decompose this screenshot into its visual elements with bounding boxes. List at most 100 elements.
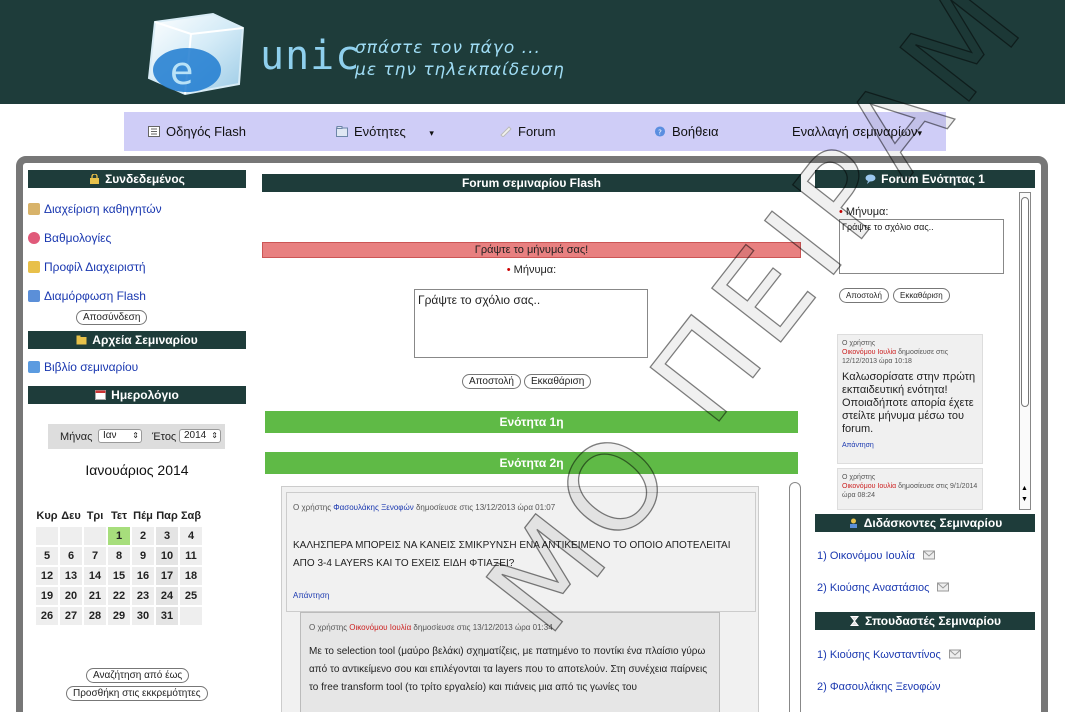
help-icon: ?: [654, 126, 666, 137]
add-pending-button[interactable]: Προσθήκη στις εκκρεμότητες: [66, 686, 208, 701]
calendar-day[interactable]: 14: [84, 567, 106, 585]
calendar-day[interactable]: 22: [108, 587, 130, 605]
mail-icon[interactable]: [948, 649, 961, 659]
calendar-day[interactable]: 31: [156, 607, 178, 625]
calendar-day[interactable]: 10: [156, 547, 178, 565]
calendar-day[interactable]: 18: [180, 567, 202, 585]
calendar-day[interactable]: 21: [84, 587, 106, 605]
calendar-day[interactable]: 9: [132, 547, 154, 565]
teachers-icon: [28, 203, 40, 215]
sidebar-link-manage-teachers[interactable]: Διαχείριση καθηγητών: [28, 202, 162, 216]
calendar-day[interactable]: 24: [156, 587, 178, 605]
sidebar-link-seminar-book[interactable]: Βιβλίο σεμιναρίου: [28, 360, 138, 374]
search-range-button[interactable]: Αναζήτηση από έως: [86, 668, 190, 683]
book-icon: [28, 361, 40, 373]
nav-item-flash-guide[interactable]: Οδηγός Flash: [148, 124, 246, 139]
forum-post: Ο χρήστης Οικονόμου Ιουλία δημοσίευσε στ…: [837, 334, 983, 464]
calendar-day[interactable]: 3: [156, 527, 178, 545]
teacher-item[interactable]: 2) Κιούσης Αναστάσιος: [817, 582, 950, 594]
student-item[interactable]: 1) Κιούσης Κωνσταντίνος: [817, 649, 961, 661]
calendar-day[interactable]: 23: [132, 587, 154, 605]
mail-icon[interactable]: [922, 550, 935, 560]
send-button[interactable]: Αποστολή: [839, 288, 889, 303]
message-label: • Μήνυμα:: [506, 264, 557, 276]
calendar-week-row: 26 27 28 29 30 31: [36, 607, 202, 625]
scroll-up-icon[interactable]: ▲: [1021, 485, 1028, 492]
post-author-link[interactable]: Οικονόμου Ιουλία: [842, 483, 896, 490]
forum-title: Forum σεμιναρίου Flash: [262, 174, 801, 192]
send-button[interactable]: Αποστολή: [462, 374, 521, 389]
year-select[interactable]: 2014 ⇕: [179, 429, 221, 443]
month-select[interactable]: Ιαν ⇕: [98, 429, 142, 443]
post-author-link[interactable]: Φασουλάκης Ξενοφών: [333, 503, 413, 512]
calendar-day[interactable]: 15: [108, 567, 130, 585]
sidebar-link-grades[interactable]: Βαθμολογίες: [28, 231, 111, 245]
right-scrollbar[interactable]: ▲ ▼: [1019, 192, 1031, 510]
post-meta: Ο χρήστης Οικονόμου Ιουλία δημοσίευσε στ…: [842, 340, 949, 365]
calendar-day[interactable]: 1: [108, 527, 130, 545]
select-arrows-icon: ⇕: [211, 431, 218, 440]
calendar-day[interactable]: 19: [36, 587, 58, 605]
message-textarea[interactable]: Γράψτε το σχόλιο σας..: [414, 289, 648, 358]
scroll-down-icon[interactable]: ▼: [1021, 496, 1028, 503]
calendar-days: 1 2 3 4 5 6 7 8 9 10 11 12 13 14 15 16 17 18 19 20 21 22 23 24 2…: [36, 527, 202, 625]
logo-word: unic: [260, 33, 361, 79]
calendar-day[interactable]: 4: [180, 527, 202, 545]
calendar-day[interactable]: 25: [180, 587, 202, 605]
calendar-day[interactable]: 13: [60, 567, 82, 585]
required-asterisk: •: [839, 206, 843, 218]
logout-button[interactable]: Αποσύνδεση: [76, 310, 148, 325]
calendar-day[interactable]: 28: [84, 607, 106, 625]
files-section-title: Αρχεία Σεμιναρίου: [28, 331, 246, 349]
calendar-day[interactable]: 27: [60, 607, 82, 625]
students-section-title: Σπουδαστές Σεμιναρίου: [815, 612, 1035, 630]
calendar-empty-cell: [60, 527, 82, 545]
message-textarea[interactable]: Γράψτε το σχόλιο σας..: [839, 219, 1004, 274]
sidebar-link-admin-profile[interactable]: Προφίλ Διαχειριστή: [28, 260, 146, 274]
thread-scrollbar[interactable]: [789, 482, 801, 712]
chevron-down-icon: ▾: [917, 128, 923, 138]
nav-item-sections[interactable]: Ενότητες ▾: [336, 124, 434, 139]
reply-link[interactable]: Απάντηση: [842, 442, 978, 449]
calendar-weekday: Πέμ: [133, 510, 153, 522]
clear-button[interactable]: Εκκαθάριση: [893, 288, 950, 303]
nav-item-switch-seminar[interactable]: Εναλλαγή σεμιναρίων▾: [792, 124, 922, 139]
calendar-day[interactable]: 26: [36, 607, 58, 625]
calendar-day[interactable]: 8: [108, 547, 130, 565]
clear-button[interactable]: Εκκαθάριση: [524, 374, 592, 389]
section-2-header[interactable]: Ενότητα 2η: [265, 452, 798, 474]
select-arrows-icon: ⇕: [132, 431, 139, 440]
calendar-day[interactable]: 16: [132, 567, 154, 585]
svg-text:?: ?: [658, 127, 662, 136]
teacher-item[interactable]: 1) Οικονόμου Ιουλία: [817, 550, 935, 562]
mail-icon[interactable]: [937, 582, 950, 592]
calendar-week-row: 5 6 7 8 9 10 11: [36, 547, 202, 565]
calendar-day[interactable]: 5: [36, 547, 58, 565]
calendar-day[interactable]: 17: [156, 567, 178, 585]
calendar-week-row: 12 13 14 15 16 17 18: [36, 567, 202, 585]
calendar-day[interactable]: 20: [60, 587, 82, 605]
calendar-day[interactable]: 11: [180, 547, 202, 565]
sidebar-link-flash-settings[interactable]: Διαμόρφωση Flash: [28, 289, 146, 303]
reply-link[interactable]: Απάντηση: [293, 591, 329, 600]
post-author-link[interactable]: Οικονόμου Ιουλία: [349, 623, 411, 632]
hourglass-icon: [849, 616, 859, 626]
nav-item-help[interactable]: ? Βοήθεια: [654, 124, 719, 139]
section-1-header[interactable]: Ενότητα 1η: [265, 411, 798, 433]
calendar-month-title: Ιανουάριος 2014: [85, 462, 189, 478]
nav-item-forum[interactable]: Forum: [500, 124, 556, 139]
student-item[interactable]: 2) Φασουλάκης Ξενοφών: [817, 681, 940, 693]
calendar-day[interactable]: 7: [84, 547, 106, 565]
calendar-day[interactable]: 30: [132, 607, 154, 625]
calendar-day[interactable]: 6: [60, 547, 82, 565]
section-forum-title: Forum Ενότητας 1: [815, 170, 1035, 188]
ice-cube-logo-icon: e: [147, 12, 245, 96]
calendar-day[interactable]: 29: [108, 607, 130, 625]
calendar-day[interactable]: 2: [132, 527, 154, 545]
calendar-weekday: Τετ: [110, 510, 128, 522]
scrollbar-thumb[interactable]: [1021, 197, 1029, 407]
calendar-day[interactable]: 12: [36, 567, 58, 585]
post-author-link[interactable]: Οικονόμου Ιουλία: [842, 349, 896, 356]
site-logo[interactable]: e unic σπάστε τον πάγο ... με την τηλεκπ…: [135, 8, 605, 96]
forum-post: Ο χρήστης Οικονόμου Ιουλία δημοσίευσε στ…: [837, 468, 983, 510]
